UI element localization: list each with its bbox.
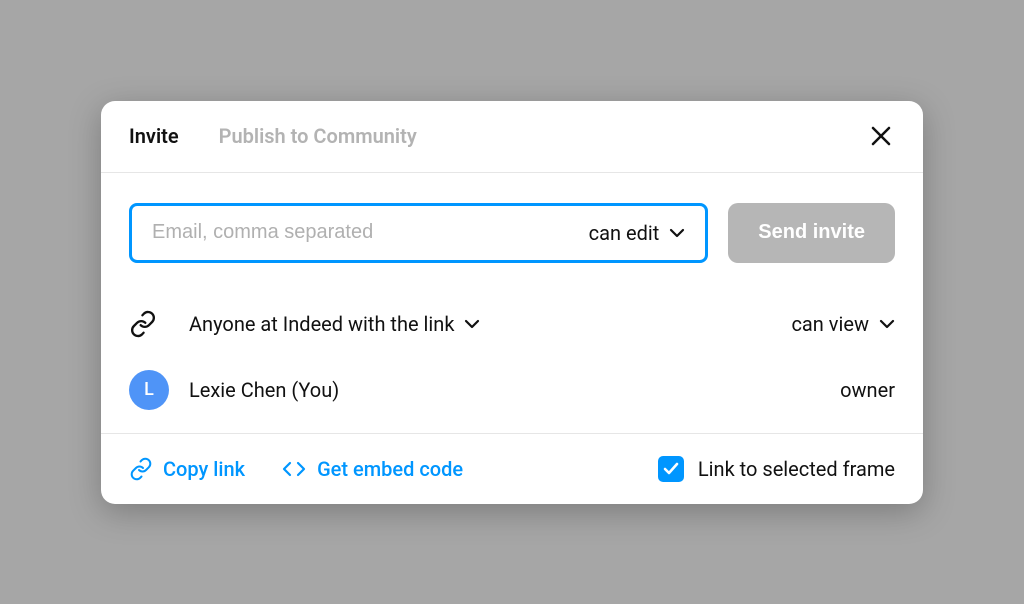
link-frame-checkbox[interactable]: [658, 456, 684, 482]
tab-publish[interactable]: Publish to Community: [219, 124, 417, 148]
user-role: owner: [840, 378, 895, 402]
link-sharing-select[interactable]: Anyone at Indeed with the link: [189, 312, 480, 336]
modal-footer: Copy link Get embed code Link to selecte…: [101, 433, 923, 504]
invite-permission-select[interactable]: can edit: [589, 221, 686, 245]
link-sharing-description: Anyone at Indeed with the link: [189, 312, 454, 336]
invite-row: can edit Send invite: [129, 203, 895, 263]
link-icon: [129, 457, 153, 481]
user-role-label: owner: [840, 378, 895, 402]
user-row: L Lexie Chen (You) owner: [129, 357, 895, 423]
link-permission-label: can view: [791, 312, 869, 336]
link-icon-wrapper: [129, 310, 169, 338]
embed-code-label: Get embed code: [317, 457, 463, 481]
user-name-label: Lexie Chen (You): [189, 378, 339, 402]
chevron-down-icon: [669, 228, 685, 238]
checkmark-icon: [663, 462, 679, 476]
close-button[interactable]: [867, 122, 895, 150]
link-frame-label: Link to selected frame: [698, 457, 895, 481]
invite-permission-label: can edit: [589, 221, 660, 245]
user-name: Lexie Chen (You): [189, 378, 339, 402]
email-field-wrapper[interactable]: can edit: [129, 203, 708, 263]
link-frame-option: Link to selected frame: [658, 456, 895, 482]
code-icon: [281, 459, 307, 479]
chevron-down-icon: [879, 319, 895, 329]
send-invite-button[interactable]: Send invite: [728, 203, 895, 263]
close-icon: [870, 125, 892, 147]
link-sharing-row: Anyone at Indeed with the link can view: [129, 291, 895, 357]
link-permission-select[interactable]: can view: [791, 312, 895, 336]
embed-code-button[interactable]: Get embed code: [281, 457, 463, 481]
chevron-down-icon: [464, 319, 480, 329]
tabs-row: Invite Publish to Community: [101, 101, 923, 173]
avatar: L: [129, 370, 169, 410]
email-input[interactable]: [152, 221, 589, 244]
copy-link-button[interactable]: Copy link: [129, 457, 245, 481]
modal-body: can edit Send invite Anyone at Indeed wi…: [101, 173, 923, 433]
link-icon: [129, 310, 157, 338]
tab-invite[interactable]: Invite: [129, 124, 179, 148]
invite-modal: Invite Publish to Community can edit Sen…: [101, 101, 923, 504]
copy-link-label: Copy link: [163, 457, 245, 481]
avatar-initial: L: [144, 379, 154, 400]
